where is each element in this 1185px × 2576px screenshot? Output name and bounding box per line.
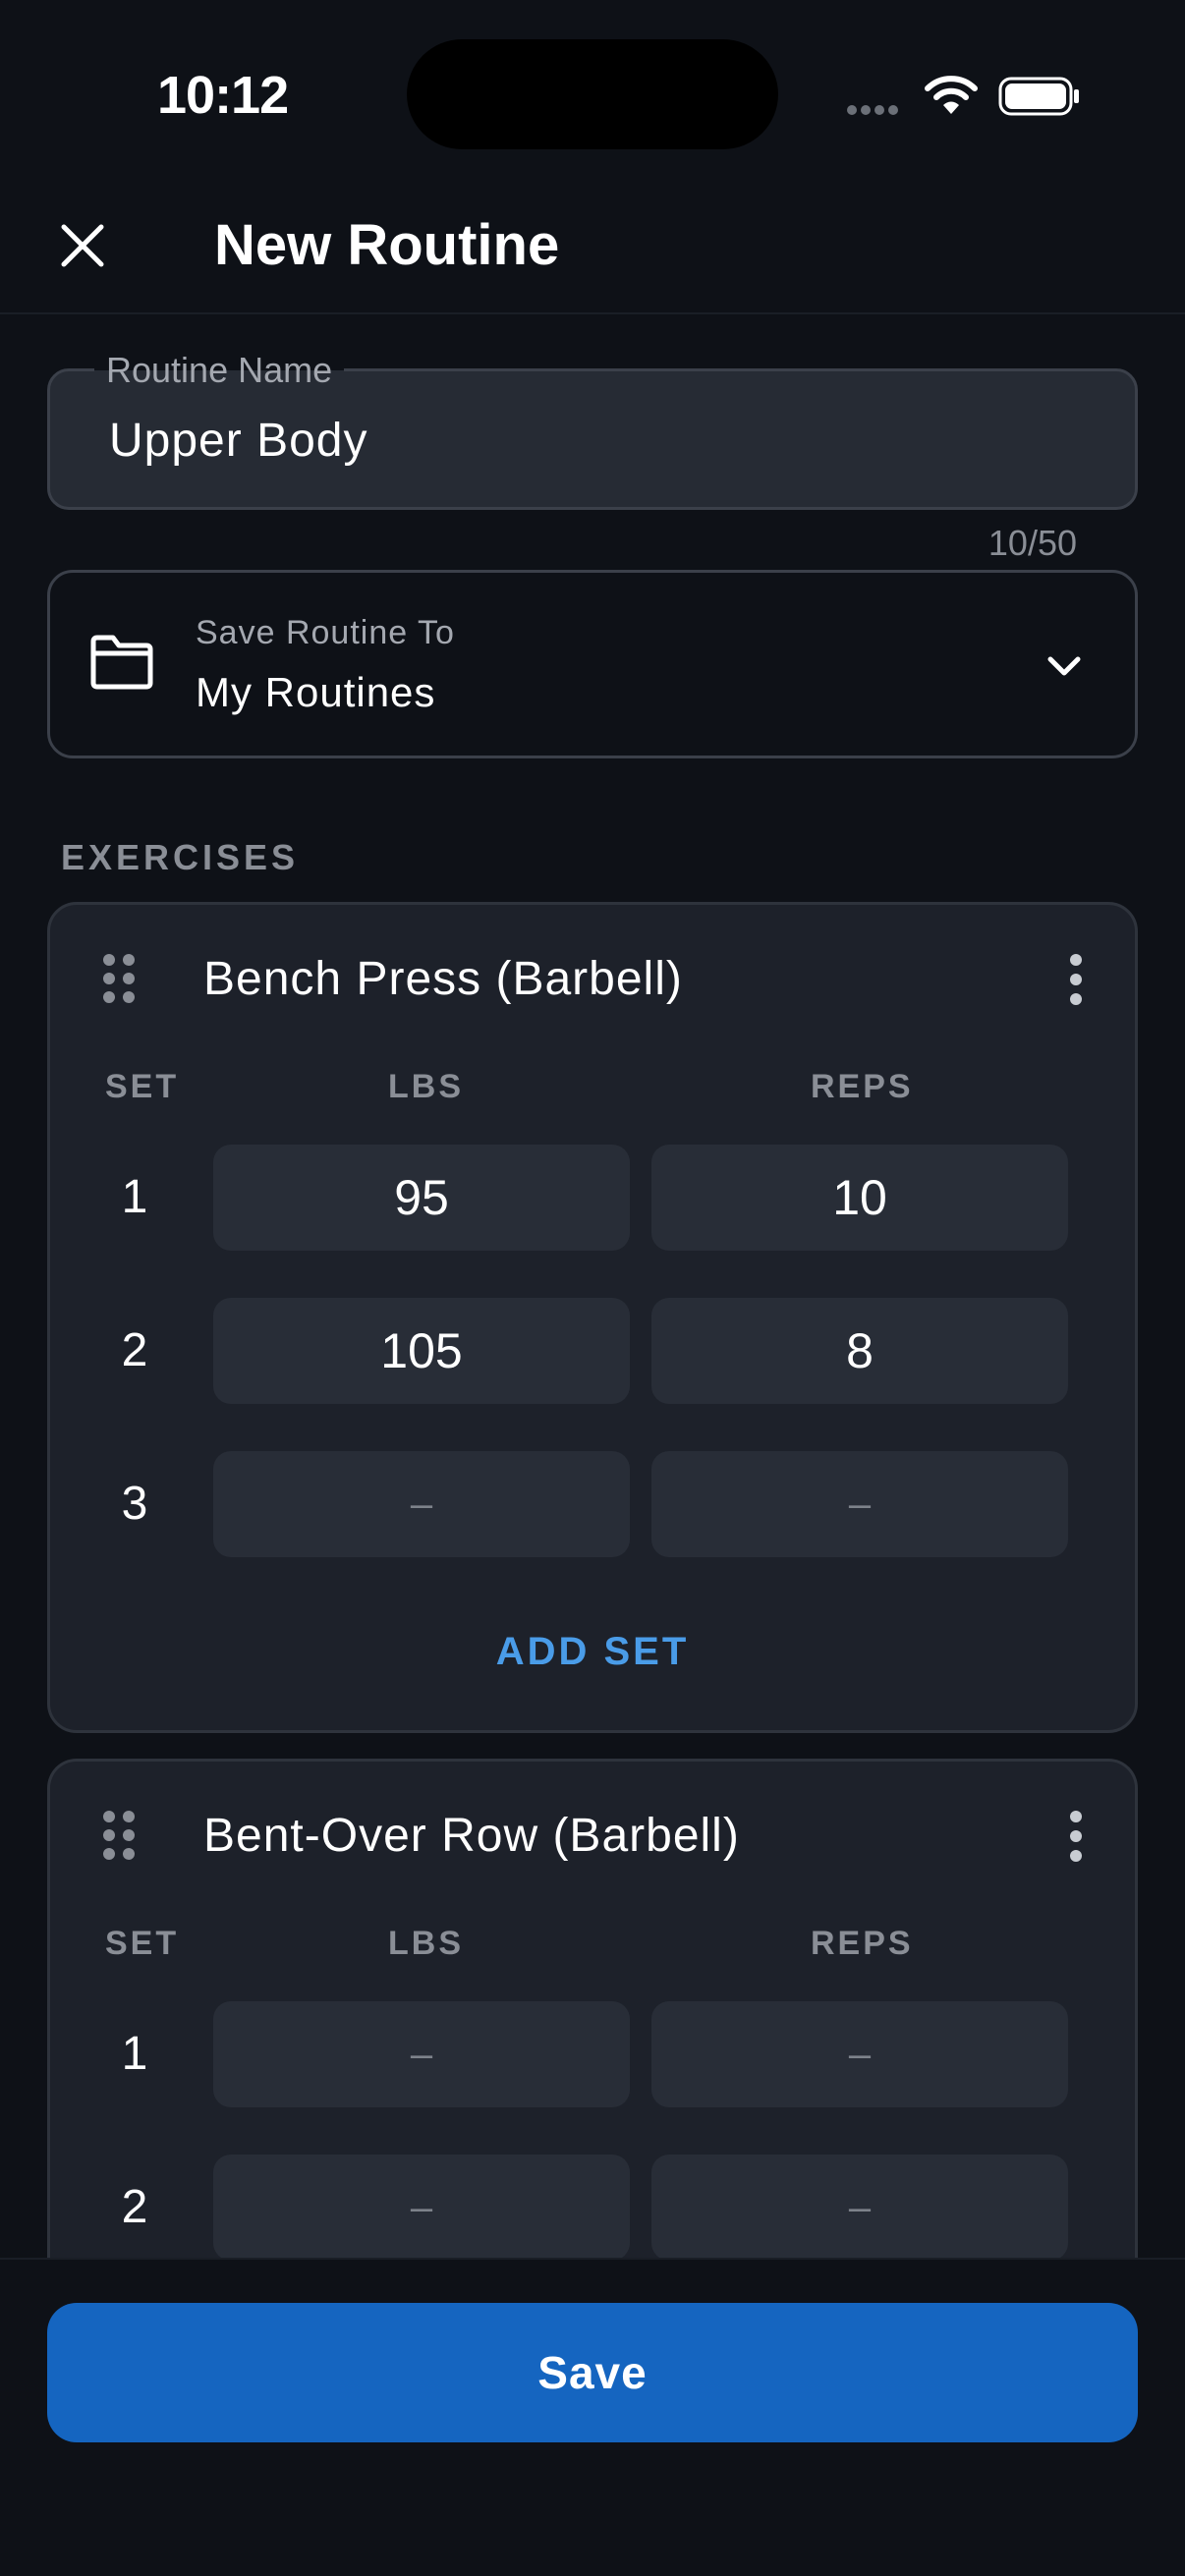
set-number: 2 — [121, 2181, 148, 2233]
battery-icon — [998, 77, 1079, 116]
add-set-button[interactable]: ADD SET — [50, 1630, 1135, 1674]
save-routine-to-select[interactable]: Save Routine To My Routines — [47, 570, 1138, 758]
column-header-set: SET — [105, 1068, 180, 1105]
exercise-card: Bench Press (Barbell) SET LBS REPS 1 95 … — [47, 902, 1138, 1733]
more-options-icon[interactable] — [1066, 952, 1086, 1007]
lbs-input[interactable]: – — [213, 1451, 630, 1557]
reps-input[interactable]: – — [651, 2155, 1068, 2261]
exercise-name: Bench Press (Barbell) — [203, 953, 683, 1005]
save-routine-to-value: My Routines — [196, 669, 436, 715]
header: New Routine — [0, 187, 1185, 314]
drag-handle-icon[interactable] — [101, 952, 137, 1005]
page-title: New Routine — [214, 213, 560, 277]
exercise-name: Bent-Over Row (Barbell) — [203, 1810, 740, 1862]
close-icon — [61, 224, 104, 267]
reps-input[interactable]: 8 — [651, 1298, 1068, 1404]
bottom-action-bar: Save — [0, 2258, 1185, 2576]
set-number: 2 — [121, 1324, 148, 1376]
cellular-signal-icon — [847, 102, 902, 120]
exercises-section-title: EXERCISES — [61, 837, 300, 877]
more-options-icon[interactable] — [1066, 1809, 1086, 1864]
routine-name-label: Routine Name — [94, 350, 345, 391]
lbs-input[interactable]: – — [213, 2155, 630, 2261]
folder-icon — [90, 635, 153, 690]
reps-input[interactable]: 10 — [651, 1145, 1068, 1251]
lbs-input[interactable]: 95 — [213, 1145, 630, 1251]
character-count: 10/50 — [988, 523, 1077, 563]
save-routine-to-label: Save Routine To — [196, 614, 455, 651]
save-button[interactable]: Save — [47, 2303, 1138, 2442]
new-routine-screen: 10:12 New Routine Routine Name 10/50 — [0, 0, 1185, 2576]
status-time: 10:12 — [157, 66, 289, 125]
lbs-input[interactable]: 105 — [213, 1298, 630, 1404]
column-header-lbs: LBS — [388, 1925, 464, 1962]
reps-input[interactable]: – — [651, 2001, 1068, 2107]
reps-input[interactable]: – — [651, 1451, 1068, 1557]
set-number: 3 — [121, 1478, 148, 1530]
close-button[interactable] — [51, 214, 114, 277]
set-number: 1 — [121, 1171, 148, 1223]
status-bar: 10:12 — [0, 0, 1185, 187]
column-header-reps: REPS — [811, 1068, 914, 1105]
drag-handle-icon[interactable] — [101, 1809, 137, 1862]
column-header-reps: REPS — [811, 1925, 914, 1962]
column-header-lbs: LBS — [388, 1068, 464, 1105]
wifi-icon — [925, 76, 978, 114]
lbs-input[interactable]: – — [213, 2001, 630, 2107]
routine-name-input[interactable] — [109, 411, 1072, 470]
set-number: 1 — [121, 2028, 148, 2080]
dynamic-island — [407, 39, 778, 149]
chevron-down-icon — [1047, 656, 1081, 676]
column-header-set: SET — [105, 1925, 180, 1962]
